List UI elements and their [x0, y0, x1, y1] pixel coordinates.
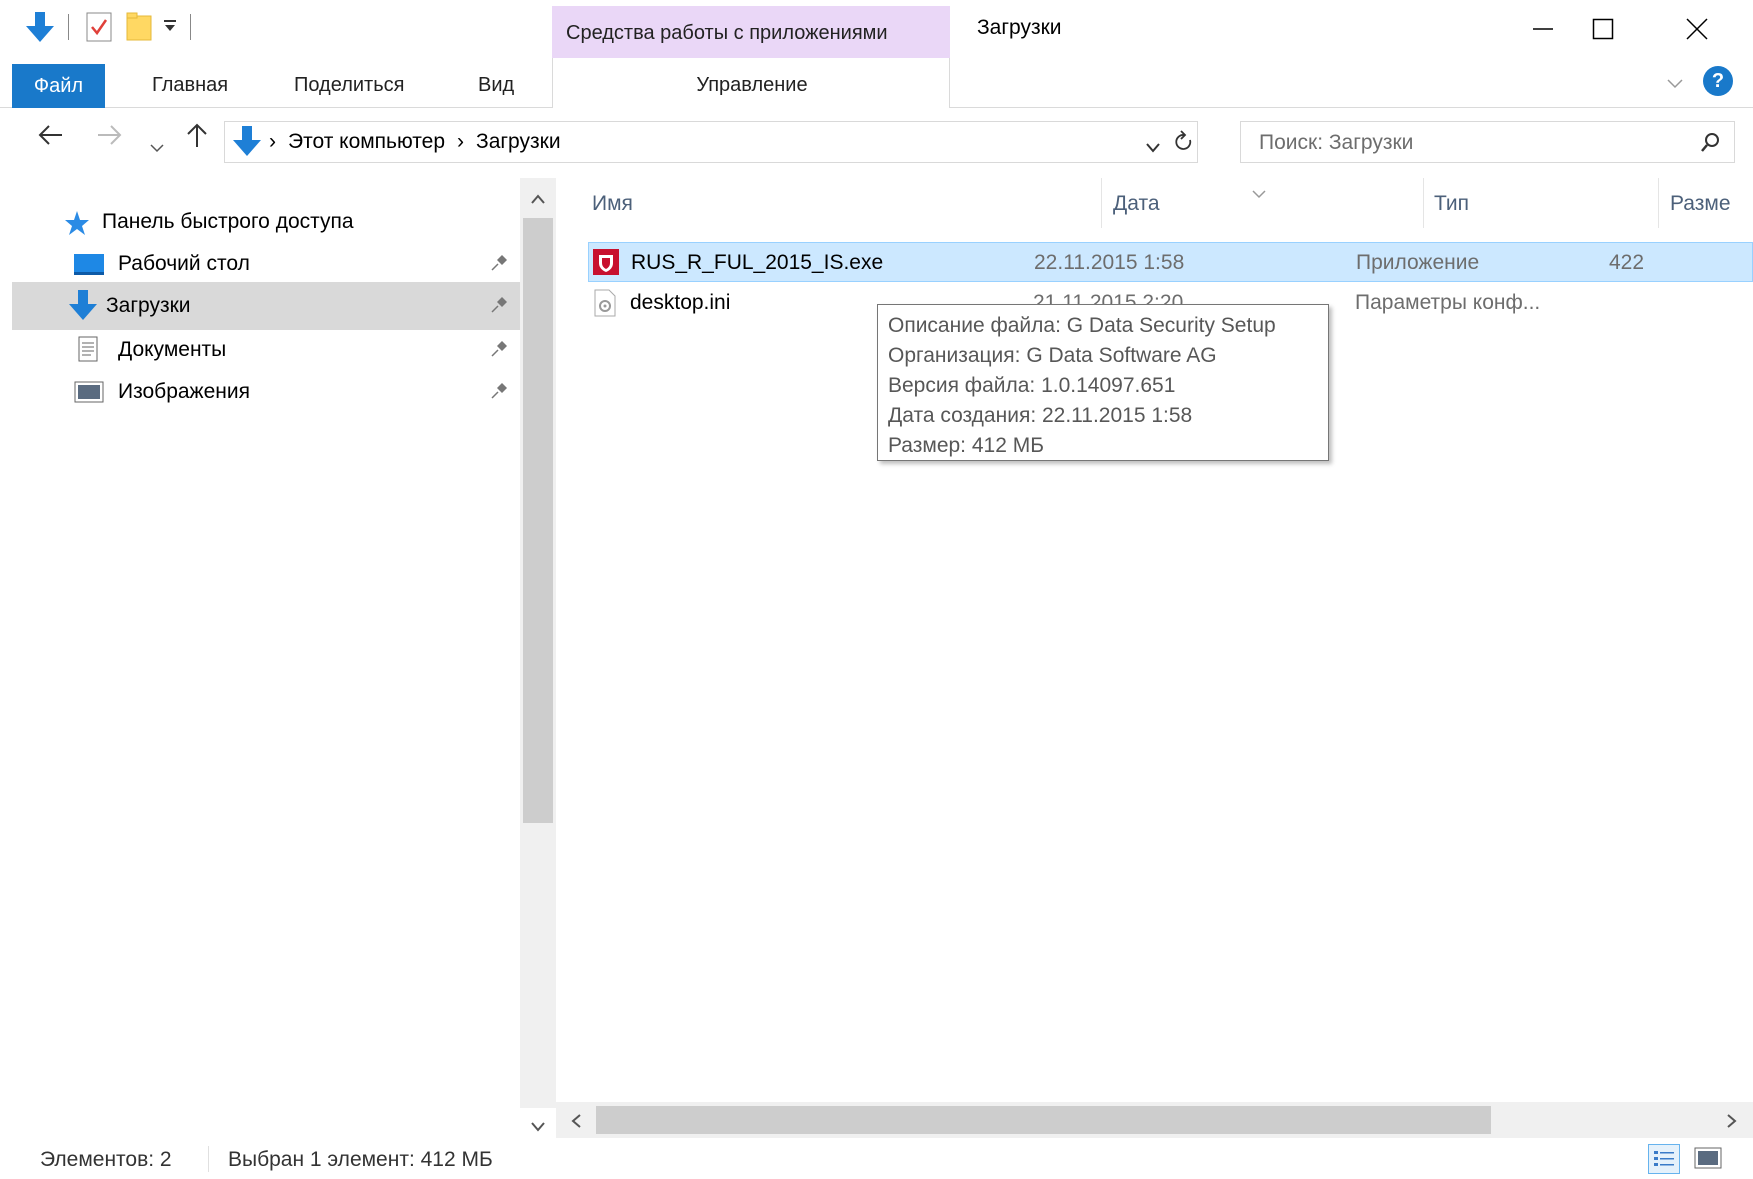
- column-divider[interactable]: [1101, 178, 1102, 228]
- pin-icon[interactable]: [490, 254, 508, 278]
- column-header-date[interactable]: Дата: [1113, 192, 1160, 216]
- tab-file[interactable]: Файл: [12, 64, 105, 108]
- documents-icon: [78, 336, 98, 368]
- nav-item-label: Загрузки: [106, 294, 191, 317]
- search-icon[interactable]: [1700, 132, 1720, 160]
- sort-chevron-icon: [1251, 182, 1267, 205]
- tab-share[interactable]: Поделиться: [294, 74, 404, 97]
- pin-icon[interactable]: [490, 340, 508, 364]
- address-row: › Этот компьютер › Загрузки Поиск: Загру…: [0, 108, 1753, 178]
- breadcrumb-this-pc[interactable]: Этот компьютер: [288, 130, 445, 154]
- item-count: Элементов: 2: [40, 1148, 172, 1171]
- properties-icon[interactable]: [86, 12, 112, 48]
- column-divider-3[interactable]: [1658, 178, 1659, 228]
- column-header-size[interactable]: Разме: [1670, 192, 1731, 216]
- nav-scroll-thumb[interactable]: [523, 218, 553, 823]
- settings-file-icon: [594, 289, 616, 323]
- breadcrumb-separator-2[interactable]: ›: [457, 130, 464, 154]
- file-date: 22.11.2015 1:58: [1034, 251, 1185, 274]
- manage-tab-area: Управление: [552, 58, 950, 108]
- forward-arrow-icon[interactable]: [96, 122, 122, 153]
- expand-ribbon-chevron-icon[interactable]: [1666, 74, 1684, 97]
- close-button[interactable]: [1652, 0, 1742, 58]
- tooltip-size: Размер: 412 МБ: [888, 434, 1044, 457]
- gdata-shield-icon: [593, 249, 619, 281]
- table-row[interactable]: RUS_R_FUL_2015_IS.exe 22.11.2015 1:58 Пр…: [588, 242, 1753, 282]
- download-arrow-icon: [68, 290, 98, 328]
- up-arrow-icon[interactable]: [186, 122, 208, 155]
- ribbon-tabs: Файл Главная Поделиться Вид Управление ?: [0, 58, 1753, 108]
- horizontal-scrollbar[interactable]: [556, 1102, 1753, 1138]
- nav-item-label: Рабочий стол: [118, 252, 250, 275]
- window-title: Загрузки: [977, 16, 1062, 39]
- scroll-down-chevron-icon[interactable]: [530, 1116, 546, 1139]
- nav-quick-access[interactable]: Панель быстрого доступа: [12, 198, 520, 246]
- pin-icon[interactable]: [490, 296, 508, 320]
- file-type: Параметры конф...: [1355, 291, 1541, 314]
- quick-access-separator-2: [190, 14, 191, 40]
- download-arrow-icon[interactable]: [26, 12, 54, 50]
- scroll-left-chevron-icon[interactable]: [570, 1112, 582, 1135]
- nav-item-label: Документы: [118, 338, 227, 361]
- file-name: RUS_R_FUL_2015_IS.exe: [631, 251, 884, 274]
- new-folder-icon[interactable]: [126, 12, 152, 48]
- desktop-icon: [74, 252, 104, 282]
- tooltip-description: Описание файла: G Data Security Setup: [888, 314, 1276, 337]
- tooltip-organization: Организация: G Data Software AG: [888, 344, 1217, 367]
- title-bar: Средства работы с приложениями Загрузки: [0, 0, 1753, 64]
- context-tab-title: Средства работы с приложениями: [566, 22, 888, 44]
- nav-quick-access-label: Панель быстрого доступа: [102, 210, 354, 233]
- downloads-location-icon: [233, 126, 261, 164]
- search-input[interactable]: Поиск: Загрузки: [1240, 121, 1735, 163]
- file-type: Приложение: [1356, 251, 1480, 274]
- back-arrow-icon[interactable]: [38, 122, 64, 153]
- nav-item-downloads[interactable]: Загрузки: [12, 282, 520, 330]
- pin-icon[interactable]: [490, 382, 508, 406]
- status-divider: [208, 1146, 209, 1172]
- column-divider-2[interactable]: [1423, 178, 1424, 228]
- nav-item-documents[interactable]: Документы: [12, 326, 520, 374]
- horizontal-scroll-thumb[interactable]: [596, 1106, 1491, 1134]
- nav-item-desktop[interactable]: Рабочий стол: [12, 240, 520, 288]
- selection-info: Выбран 1 элемент: 412 МБ: [228, 1148, 493, 1171]
- quick-access-separator: [68, 14, 69, 40]
- refresh-icon[interactable]: [1173, 130, 1195, 160]
- file-name: desktop.ini: [630, 291, 731, 314]
- navigation-pane: Панель быстрого доступа Рабочий стол Заг…: [0, 178, 520, 1108]
- address-bar[interactable]: › Этот компьютер › Загрузки: [224, 121, 1198, 163]
- breadcrumb-separator[interactable]: ›: [269, 130, 276, 154]
- status-bar: Элементов: 2 Выбран 1 элемент: 412 МБ: [0, 1138, 1753, 1179]
- scroll-up-chevron-icon[interactable]: [530, 188, 546, 211]
- maximize-button[interactable]: [1558, 0, 1648, 58]
- details-view-icon[interactable]: [1648, 1144, 1680, 1174]
- star-icon: [64, 210, 90, 242]
- customize-quick-access-icon[interactable]: [162, 16, 178, 42]
- tab-view[interactable]: Вид: [478, 74, 514, 97]
- file-size: 422: [1609, 251, 1645, 274]
- help-icon[interactable]: ?: [1703, 66, 1733, 96]
- breadcrumb-downloads[interactable]: Загрузки: [476, 130, 561, 154]
- tooltip-created: Дата создания: 22.11.2015 1:58: [888, 404, 1193, 427]
- column-header-name[interactable]: Имя: [592, 192, 633, 216]
- nav-scrollbar[interactable]: [520, 178, 556, 1132]
- search-placeholder: Поиск: Загрузки: [1259, 131, 1414, 154]
- nav-item-label: Изображения: [118, 380, 250, 403]
- tooltip-version: Версия файла: 1.0.14097.651: [888, 374, 1176, 397]
- large-icons-view-icon[interactable]: [1694, 1146, 1722, 1176]
- file-info-tooltip: Описание файла: G Data Security Setup Ор…: [877, 304, 1329, 461]
- nav-item-pictures[interactable]: Изображения: [12, 368, 520, 416]
- column-header-type[interactable]: Тип: [1434, 192, 1469, 216]
- tab-manage[interactable]: Управление: [553, 74, 951, 97]
- address-dropdown-chevron-icon[interactable]: [1145, 137, 1161, 160]
- tab-home[interactable]: Главная: [152, 74, 228, 97]
- pictures-icon: [74, 381, 104, 409]
- recent-locations-chevron-icon[interactable]: [150, 130, 164, 161]
- scroll-right-chevron-icon[interactable]: [1726, 1112, 1738, 1135]
